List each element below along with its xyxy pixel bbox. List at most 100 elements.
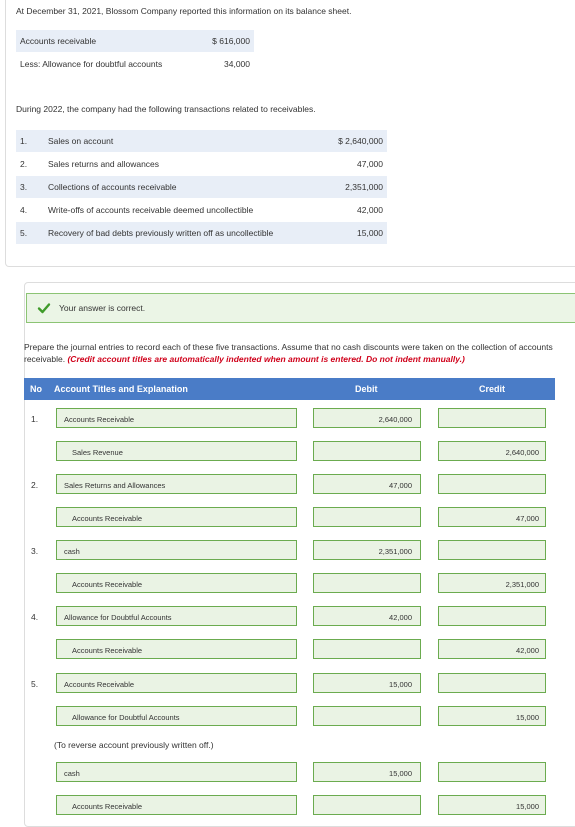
- row-number: 3.: [20, 182, 28, 192]
- row-label: Less: Allowance for doubtful accounts: [20, 59, 163, 69]
- instructions: Prepare the journal entries to record ea…: [24, 341, 575, 365]
- account-title-field[interactable]: Sales Revenue: [56, 441, 297, 461]
- row-number: 2.: [20, 159, 28, 169]
- row-amount: 47,000: [357, 159, 383, 169]
- status-text: Your answer is correct.: [59, 303, 146, 313]
- row-value: $ 616,000: [212, 36, 250, 46]
- credit-field[interactable]: [438, 606, 546, 626]
- correct-banner: Your answer is correct.: [26, 293, 575, 323]
- credit-field[interactable]: 2,351,000: [438, 573, 546, 593]
- credit-value: 2,351,000: [505, 580, 539, 589]
- account-title-value: Sales Revenue: [72, 448, 123, 457]
- debit-value: 2,640,000: [378, 415, 412, 424]
- row-number: 4.: [20, 205, 28, 215]
- entry-number: 4.: [31, 612, 39, 622]
- intro-text: At December 31, 2021, Blossom Company re…: [16, 6, 352, 16]
- credit-value: 15,000: [516, 713, 539, 722]
- table-row: Accounts receivable $ 616,000: [16, 30, 254, 52]
- credit-field[interactable]: [438, 474, 546, 494]
- account-title-field[interactable]: Accounts Receivable: [56, 573, 297, 593]
- debit-field[interactable]: [313, 573, 421, 593]
- debit-field[interactable]: 15,000: [313, 673, 421, 693]
- credit-value: 47,000: [516, 514, 539, 523]
- checkmark-icon: [37, 303, 51, 314]
- debit-field[interactable]: 15,000: [313, 762, 421, 782]
- debit-value: 15,000: [389, 769, 412, 778]
- debit-field[interactable]: 47,000: [313, 474, 421, 494]
- row-amount: 2,351,000: [345, 182, 383, 192]
- account-title-value: cash: [64, 769, 80, 778]
- debit-field[interactable]: 42,000: [313, 606, 421, 626]
- row-description: Collections of accounts receivable: [48, 182, 177, 192]
- row-label: Accounts receivable: [20, 36, 97, 46]
- account-title-field[interactable]: Allowance for Doubtful Accounts: [56, 606, 297, 626]
- account-title-value: cash: [64, 547, 80, 556]
- debit-value: 15,000: [389, 680, 412, 689]
- credit-field[interactable]: 2,640,000: [438, 441, 546, 461]
- account-title-value: Accounts Receivable: [72, 580, 143, 589]
- credit-field[interactable]: 15,000: [438, 795, 546, 815]
- account-title-value: Accounts Receivable: [64, 415, 135, 424]
- debit-field[interactable]: [313, 706, 421, 726]
- account-title-value: Allowance for Doubtful Accounts: [64, 613, 172, 622]
- table-row: 3. Collections of accounts receivable 2,…: [16, 176, 387, 198]
- row-description: Recovery of bad debts previously written…: [48, 228, 274, 238]
- credit-field[interactable]: 15,000: [438, 706, 546, 726]
- debit-field[interactable]: [313, 441, 421, 461]
- credit-value: 15,000: [516, 802, 539, 811]
- credit-field[interactable]: 47,000: [438, 507, 546, 527]
- row-number: 1.: [20, 136, 28, 146]
- credit-value: 42,000: [516, 646, 539, 655]
- entry-number: 5.: [31, 679, 39, 689]
- account-title-value: Sales Returns and Allowances: [64, 481, 166, 490]
- account-title-field[interactable]: Sales Returns and Allowances: [56, 474, 297, 494]
- account-title-field[interactable]: cash: [56, 540, 297, 560]
- entry-number: 3.: [31, 546, 39, 556]
- debit-value: 2,351,000: [378, 547, 412, 556]
- entry-number: 1.: [31, 414, 39, 424]
- table-row: 5. Recovery of bad debts previously writ…: [16, 222, 387, 244]
- credit-field[interactable]: [438, 408, 546, 428]
- debit-value: 47,000: [389, 481, 412, 490]
- debit-field[interactable]: [313, 795, 421, 815]
- debit-field[interactable]: [313, 639, 421, 659]
- account-title-field[interactable]: cash: [56, 762, 297, 782]
- header-credit: Credit: [479, 384, 506, 394]
- row-amount: 15,000: [357, 228, 383, 238]
- account-title-field[interactable]: Accounts Receivable: [56, 507, 297, 527]
- debit-field[interactable]: 2,640,000: [313, 408, 421, 428]
- during-text: During 2022, the company had the followi…: [16, 104, 316, 114]
- debit-field[interactable]: 2,351,000: [313, 540, 421, 560]
- instructions-note: (Credit account titles are automatically…: [67, 354, 465, 364]
- row-number: 5.: [20, 228, 28, 238]
- header-no: No: [30, 384, 42, 394]
- credit-field[interactable]: [438, 673, 546, 693]
- explanation-note: (To reverse account previously written o…: [54, 740, 214, 750]
- header-debit: Debit: [355, 384, 378, 394]
- account-title-value: Accounts Receivable: [72, 802, 143, 811]
- account-title-value: Accounts Receivable: [64, 680, 135, 689]
- table-row: 2. Sales returns and allowances 47,000: [16, 153, 387, 175]
- credit-value: 2,640,000: [505, 448, 539, 457]
- row-amount: $ 2,640,000: [338, 136, 383, 146]
- debit-value: 42,000: [389, 613, 412, 622]
- account-title-field[interactable]: Accounts Receivable: [56, 408, 297, 428]
- credit-field[interactable]: 42,000: [438, 639, 546, 659]
- row-description: Sales on account: [48, 136, 114, 146]
- account-title-field[interactable]: Allowance for Doubtful Accounts: [56, 706, 297, 726]
- credit-field[interactable]: [438, 540, 546, 560]
- account-title-value: Accounts Receivable: [72, 514, 143, 523]
- entry-number: 2.: [31, 480, 39, 490]
- row-amount: 42,000: [357, 205, 383, 215]
- credit-field[interactable]: [438, 762, 546, 782]
- account-title-field[interactable]: Accounts Receivable: [56, 639, 297, 659]
- row-description: Write-offs of accounts receivable deemed…: [48, 205, 254, 215]
- row-description: Sales returns and allowances: [48, 159, 160, 169]
- account-title-field[interactable]: Accounts Receivable: [56, 673, 297, 693]
- table-row: Less: Allowance for doubtful accounts 34…: [16, 53, 254, 75]
- account-title-field[interactable]: Accounts Receivable: [56, 795, 297, 815]
- header-account: Account Titles and Explanation: [54, 384, 188, 394]
- debit-field[interactable]: [313, 507, 421, 527]
- row-value: 34,000: [224, 59, 250, 69]
- journal-header: No Account Titles and Explanation Debit …: [24, 378, 555, 400]
